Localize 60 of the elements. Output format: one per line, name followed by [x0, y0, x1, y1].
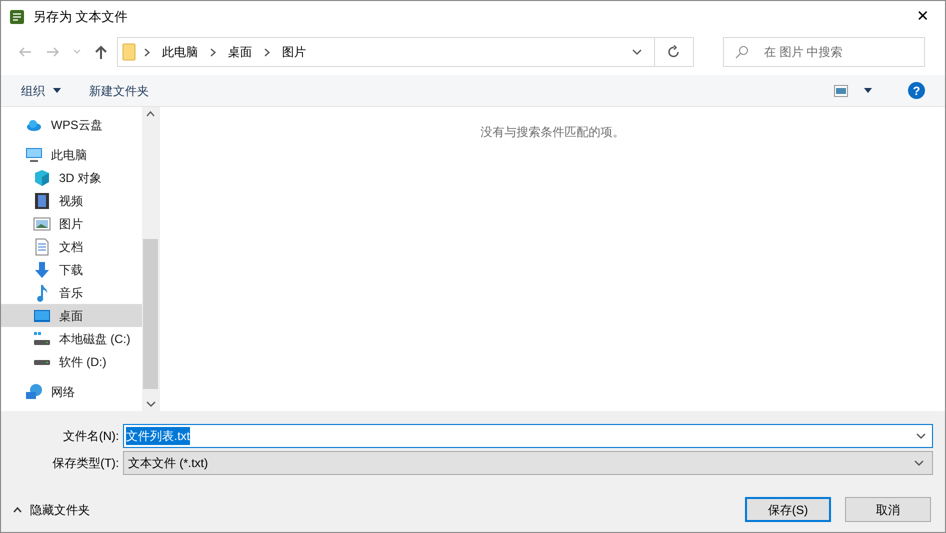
caret-icon[interactable] [864, 88, 872, 93]
chevron-down-icon [916, 433, 926, 439]
sidebar-item[interactable]: 软件 (D:) [1, 350, 142, 373]
search-field[interactable]: 在 图片 中搜索 [723, 37, 925, 67]
sidebar-item[interactable]: 图片 [1, 212, 142, 235]
scrollbar-thumb[interactable] [143, 239, 158, 389]
chevron-down-icon[interactable] [73, 49, 81, 55]
caret-icon [53, 88, 61, 93]
sidebar-item[interactable]: 网络 [1, 380, 142, 403]
chevron-up-icon[interactable] [146, 111, 155, 117]
breadcrumb-item[interactable]: 此电脑 [158, 38, 202, 66]
filetype-dropdown[interactable]: 文本文件 (*.txt) [123, 451, 933, 475]
search-icon [735, 45, 749, 59]
sidebar-item[interactable]: 3D 对象 [1, 166, 142, 189]
up-arrow-icon[interactable] [93, 44, 109, 60]
window-title: 另存为 文本文件 [33, 8, 128, 26]
document-icon [33, 238, 51, 256]
image-icon [33, 214, 51, 232]
close-button[interactable]: ✕ [901, 1, 945, 33]
scrollbar[interactable] [142, 107, 159, 411]
network-icon [25, 382, 43, 400]
save-button[interactable]: 保存(S) [745, 497, 831, 522]
organize-menu[interactable]: 组织 [21, 82, 61, 100]
sidebar-item[interactable]: 视频 [1, 189, 142, 212]
chevron-down-icon [632, 49, 642, 55]
refresh-icon[interactable] [667, 45, 681, 59]
chevron-down-icon [146, 401, 156, 407]
chevron-right-icon [210, 48, 216, 56]
drive-icon [33, 330, 51, 348]
sidebar-item[interactable]: WPS云盘 [1, 113, 142, 136]
breadcrumb-item[interactable]: 图片 [278, 38, 310, 66]
view-icon[interactable] [834, 84, 848, 96]
hide-folders-toggle[interactable]: 隐藏文件夹 [13, 500, 90, 518]
sidebar-item[interactable]: 文档 [1, 235, 142, 258]
empty-message: 没有与搜索条件匹配的项。 [480, 124, 624, 141]
sidebar-item[interactable]: 本地磁盘 (C:) [1, 327, 142, 350]
filename-field[interactable]: 文件列表.txt [123, 424, 933, 448]
filename-label: 文件名(N): [62, 428, 120, 445]
notepad-icon [9, 9, 25, 25]
chevron-right-icon [144, 48, 150, 56]
down-arrow-icon [33, 260, 51, 278]
sidebar-item[interactable]: 桌面 [1, 304, 142, 327]
drive-icon [33, 358, 51, 364]
folder-icon [122, 43, 136, 61]
sidebar-item[interactable]: 此电脑 [1, 143, 142, 166]
chevron-down-icon [914, 460, 924, 466]
address-bar[interactable]: 此电脑 桌面 图片 [117, 37, 694, 67]
sidebar-item[interactable]: 下载 [1, 258, 142, 281]
filetype-label: 保存类型(T): [51, 455, 120, 472]
cancel-button[interactable]: 取消 [845, 497, 931, 522]
new-folder-button[interactable]: 新建文件夹 [89, 82, 149, 100]
breadcrumb-item[interactable]: 桌面 [224, 38, 256, 66]
film-icon [33, 192, 51, 210]
chevron-up-icon [13, 506, 22, 512]
monitor-icon [25, 146, 43, 164]
sidebar-item[interactable]: 音乐 [1, 281, 142, 304]
chevron-right-icon [264, 48, 270, 56]
filename-value: 文件列表.txt [126, 427, 190, 445]
help-button[interactable]: ? [908, 82, 925, 99]
cube-icon [33, 168, 51, 186]
